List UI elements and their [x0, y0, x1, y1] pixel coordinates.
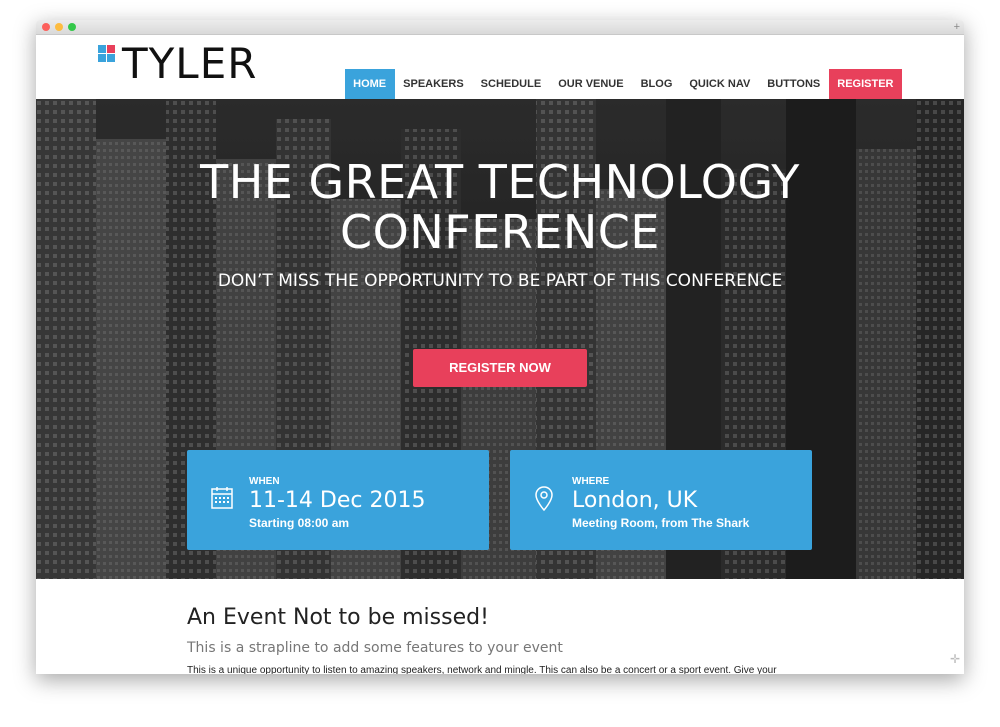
where-location: London, UK [572, 488, 698, 513]
nav-buttons[interactable]: BUTTONS [759, 69, 829, 99]
minimize-window-button[interactable] [55, 23, 63, 31]
title-bar: + [36, 20, 964, 35]
when-label: WHEN [249, 476, 280, 487]
where-venue: Meeting Room, from The Shark [572, 516, 750, 530]
when-date: 11-14 Dec 2015 [249, 488, 426, 513]
nav-our-venue[interactable]: OUR VENUE [550, 69, 632, 99]
nav-quick-nav[interactable]: QUICK NAV [681, 69, 759, 99]
hero-section: THE GREAT TECHNOLOGY CONFERENCE DON’T MI… [36, 99, 964, 579]
expand-icon[interactable]: ✛ [950, 652, 960, 666]
nav-blog[interactable]: BLOG [632, 69, 681, 99]
where-card: WHERE London, UK Meeting Room, from The … [510, 450, 812, 550]
when-card: WHEN 11-14 Dec 2015 Starting 08:00 am [187, 450, 489, 550]
hero-title-line-2: CONFERENCE [340, 205, 660, 259]
close-window-button[interactable] [42, 23, 50, 31]
fullscreen-icon[interactable]: + [954, 20, 960, 34]
section-heading: An Event Not to be missed! [187, 605, 489, 630]
hero-title-line-1: THE GREAT TECHNOLOGY [200, 155, 800, 209]
site-header: TYLER HOME SPEAKERS SCHEDULE OUR VENUE B… [36, 35, 964, 99]
when-time: Starting 08:00 am [249, 516, 350, 530]
nav-schedule[interactable]: SCHEDULE [472, 69, 550, 99]
site-logo[interactable]: TYLER [122, 41, 257, 87]
maximize-window-button[interactable] [68, 23, 76, 31]
register-now-button[interactable]: REGISTER NOW [413, 349, 587, 387]
nav-speakers[interactable]: SPEAKERS [395, 69, 473, 99]
section-body-text: This is a unique opportunity to listen t… [187, 665, 777, 674]
main-nav: HOME SPEAKERS SCHEDULE OUR VENUE BLOG QU… [344, 69, 902, 99]
nav-register-button[interactable]: REGISTER [828, 69, 902, 99]
nav-home[interactable]: HOME [344, 69, 395, 99]
where-label: WHERE [572, 476, 610, 487]
map-pin-icon [535, 486, 553, 512]
hero-title: THE GREAT TECHNOLOGY CONFERENCE [36, 157, 964, 257]
calendar-icon [211, 487, 233, 509]
section-strapline: This is a strapline to add some features… [187, 640, 563, 656]
logo-mark-icon [98, 45, 116, 63]
hero-subtitle: DON’T MISS THE OPPORTUNITY TO BE PART OF… [217, 271, 783, 291]
browser-window: + TYLER HOME SPEAKERS SCHEDULE OUR VENUE… [36, 20, 964, 674]
